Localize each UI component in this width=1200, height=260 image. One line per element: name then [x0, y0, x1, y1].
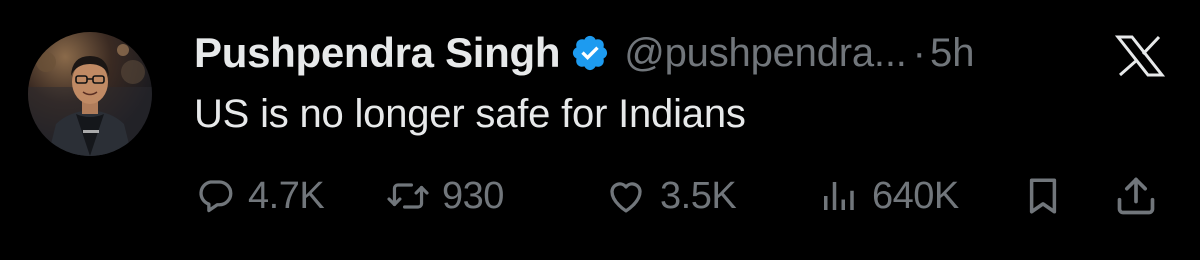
avatar-image	[28, 44, 152, 156]
views-button[interactable]: 640K	[816, 172, 959, 220]
avatar[interactable]	[28, 32, 152, 156]
separator-dot: ·	[912, 30, 926, 75]
timestamp[interactable]: 5h	[930, 31, 975, 76]
share-button[interactable]	[1114, 172, 1158, 220]
like-button[interactable]: 3.5K	[604, 172, 737, 220]
like-count: 3.5K	[660, 174, 737, 217]
repost-icon	[386, 175, 430, 217]
reply-icon	[194, 175, 236, 217]
repost-count: 930	[442, 174, 504, 217]
action-bar: 4.7K 930 3.5K 640K	[194, 172, 1184, 220]
views-icon	[816, 175, 860, 217]
views-count: 640K	[872, 174, 959, 217]
verified-badge-icon[interactable]	[570, 33, 610, 73]
reply-count: 4.7K	[248, 174, 325, 217]
bookmark-icon	[1022, 174, 1064, 218]
reply-button[interactable]: 4.7K	[194, 172, 325, 220]
author-name[interactable]: Pushpendra Singh	[194, 29, 561, 77]
tweet-card[interactable]: Pushpendra Singh @pushpendra... · 5h US …	[0, 0, 1200, 260]
bookmark-button[interactable]	[1022, 172, 1064, 220]
x-logo-icon	[1114, 34, 1166, 78]
repost-button[interactable]: 930	[386, 172, 504, 220]
share-icon	[1114, 174, 1158, 218]
tweet-header: Pushpendra Singh @pushpendra... · 5h	[194, 28, 975, 78]
author-handle[interactable]: @pushpendra...	[624, 31, 907, 76]
heart-icon	[604, 175, 648, 217]
tweet-text: US is no longer safe for Indians	[194, 92, 746, 136]
